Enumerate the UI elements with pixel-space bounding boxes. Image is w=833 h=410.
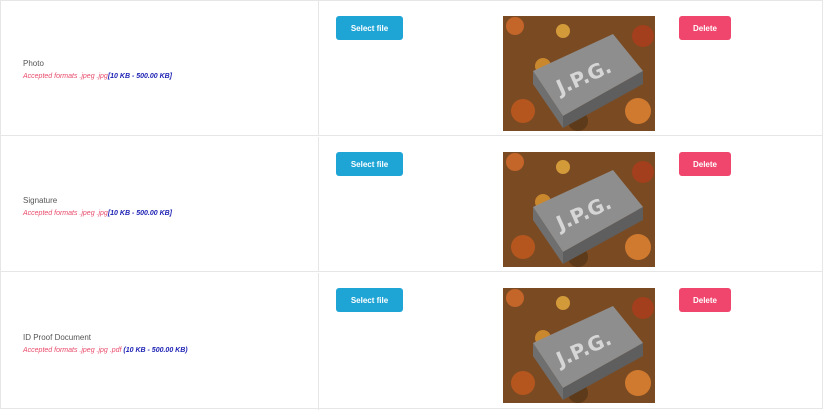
label-cell: ID Proof Document Accepted formats .jpeg…: [1, 273, 319, 410]
select-file-button[interactable]: Select file: [336, 152, 403, 176]
accepted-formats: Accepted formats .jpeg .jpg[10 KB - 500.…: [23, 210, 172, 217]
accepted-formats: Accepted formats .jpeg .jpg .pdf (10 KB …: [23, 347, 188, 354]
formats-text: Accepted formats .jpeg .jpg .pdf: [23, 347, 122, 354]
formats-text: Accepted formats .jpeg .jpg: [23, 73, 108, 80]
label-cell: Photo Accepted formats .jpeg .jpg[10 KB …: [1, 1, 319, 135]
field-label: Signature: [23, 196, 58, 205]
formats-text: Accepted formats .jpeg .jpg: [23, 210, 108, 217]
upload-table: Photo Accepted formats .jpeg .jpg[10 KB …: [0, 0, 823, 410]
label-cell: Signature Accepted formats .jpeg .jpg[10…: [1, 137, 319, 271]
thumbnail-image: J.P.G.: [503, 16, 655, 131]
delete-button[interactable]: Delete: [679, 152, 731, 176]
field-label: ID Proof Document: [23, 333, 92, 342]
size-range: (10 KB - 500.00 KB): [123, 347, 188, 354]
thumbnail-image: J.P.G.: [503, 152, 655, 267]
size-range: [10 KB - 500.00 KB]: [107, 73, 173, 80]
field-label: Photo: [23, 59, 44, 68]
upload-row-id-proof: ID Proof Document Accepted formats .jpeg…: [1, 273, 822, 410]
accepted-formats: Accepted formats .jpeg .jpg[10 KB - 500.…: [23, 73, 172, 80]
upload-row-photo: Photo Accepted formats .jpeg .jpg[10 KB …: [1, 1, 822, 136]
thumbnail-image: J.P.G.: [503, 288, 655, 403]
select-file-button[interactable]: Select file: [336, 16, 403, 40]
size-range: [10 KB - 500.00 KB]: [107, 210, 173, 217]
delete-button[interactable]: Delete: [679, 288, 731, 312]
delete-button[interactable]: Delete: [679, 16, 731, 40]
upload-row-signature: Signature Accepted formats .jpeg .jpg[10…: [1, 137, 822, 272]
select-file-button[interactable]: Select file: [336, 288, 403, 312]
